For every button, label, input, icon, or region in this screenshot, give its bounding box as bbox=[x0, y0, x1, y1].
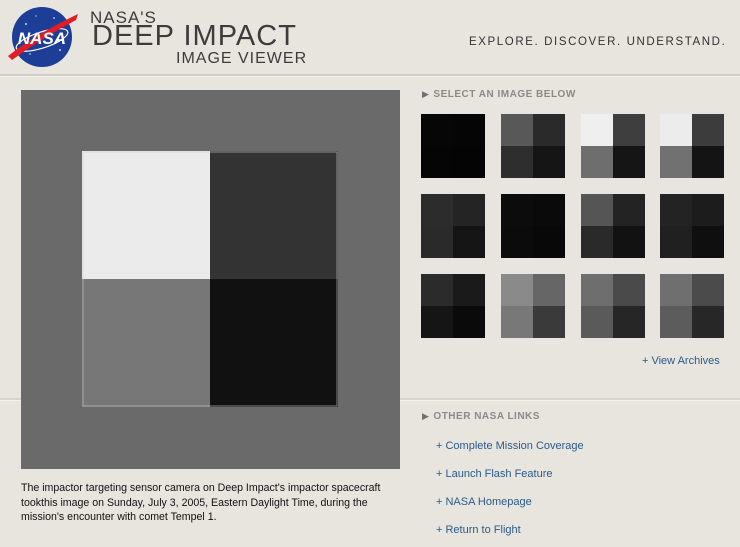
divider bbox=[0, 76, 740, 77]
other-links-heading: ▶ OTHER NASA LINKS bbox=[422, 411, 540, 422]
image-caption: The impactor targeting sensor camera on … bbox=[21, 482, 381, 523]
thumbnail-11[interactable] bbox=[581, 274, 645, 338]
thumbnail-3[interactable] bbox=[581, 114, 645, 178]
thumbnail-8[interactable] bbox=[660, 194, 724, 258]
page-subtitle: IMAGE VIEWER bbox=[176, 50, 308, 67]
select-image-heading: ▶ SELECT AN IMAGE BELOW bbox=[422, 89, 576, 100]
link-complete-mission-coverage[interactable]: + Complete Mission Coverage bbox=[436, 440, 584, 452]
thumbnail-10[interactable] bbox=[501, 274, 565, 338]
thumbnail-5[interactable] bbox=[421, 194, 485, 258]
link-return-to-flight[interactable]: + Return to Flight bbox=[436, 524, 521, 536]
quadrant-top-left bbox=[82, 151, 210, 279]
logo-text: NASA bbox=[18, 29, 66, 48]
nasa-logo-icon[interactable]: NASA bbox=[6, 4, 80, 70]
quadrant-top-right bbox=[210, 151, 338, 279]
thumbnail-1[interactable] bbox=[421, 114, 485, 178]
header: NASA NASA'S DEEP IMPACT IMAGE VIEWER EXP… bbox=[0, 0, 740, 74]
comet-image bbox=[21, 90, 400, 469]
triangle-right-icon: ▶ bbox=[422, 89, 430, 99]
other-links-heading-label: OTHER NASA LINKS bbox=[433, 411, 540, 422]
tagline: EXPLORE. DISCOVER. UNDERSTAND. bbox=[469, 36, 727, 48]
page-title: DEEP IMPACT bbox=[92, 20, 297, 52]
view-archives-link[interactable]: + View Archives bbox=[642, 355, 720, 367]
thumbnail-4[interactable] bbox=[660, 114, 724, 178]
quadrant-bottom-left bbox=[82, 279, 210, 407]
thumbnail-2[interactable] bbox=[501, 114, 565, 178]
select-image-heading-label: SELECT AN IMAGE BELOW bbox=[433, 89, 576, 100]
link-launch-flash-feature[interactable]: + Launch Flash Feature bbox=[436, 468, 553, 480]
thumbnail-12[interactable] bbox=[660, 274, 724, 338]
thumbnail-7[interactable] bbox=[581, 194, 645, 258]
link-nasa-homepage[interactable]: + NASA Homepage bbox=[436, 496, 532, 508]
thumbnail-9[interactable] bbox=[421, 274, 485, 338]
quadrant-bottom-right bbox=[210, 279, 338, 407]
thumbnail-6[interactable] bbox=[501, 194, 565, 258]
main-image-viewer bbox=[21, 90, 400, 469]
triangle-right-icon: ▶ bbox=[422, 411, 430, 421]
